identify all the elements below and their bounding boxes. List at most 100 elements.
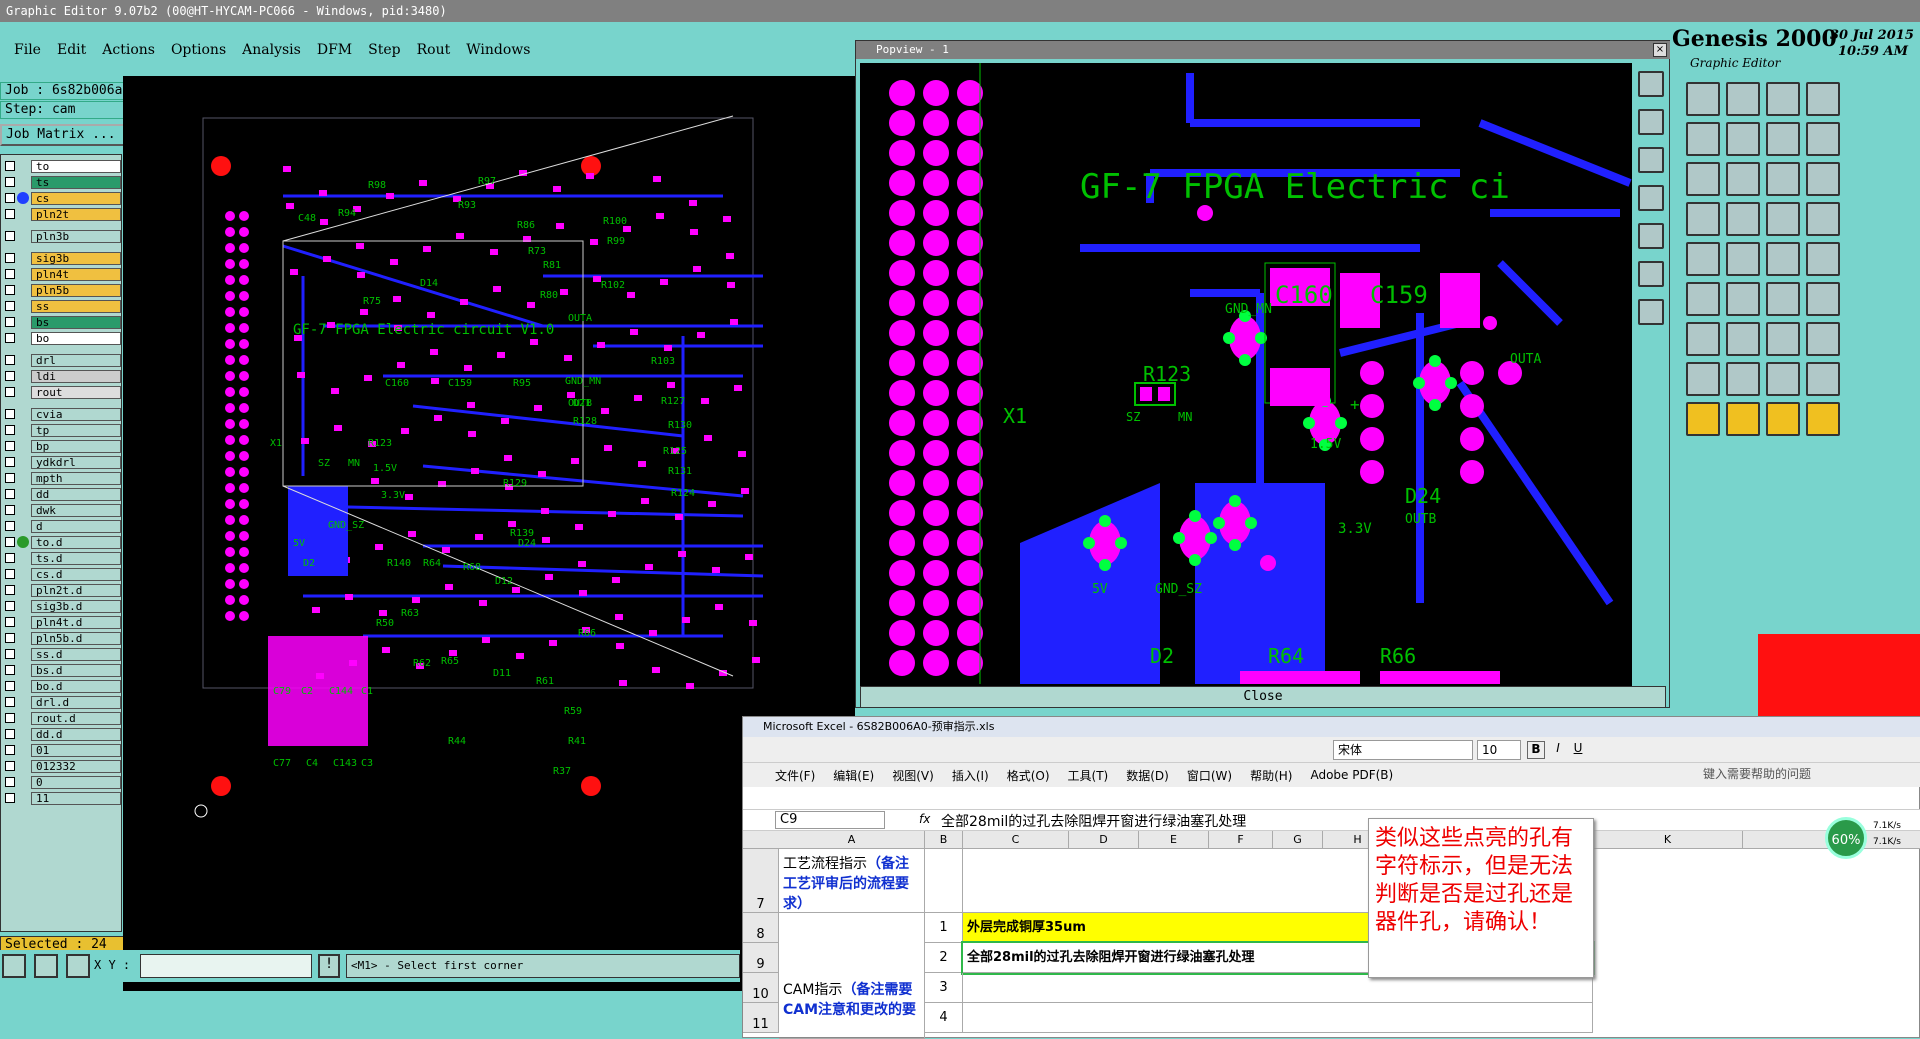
rotate-icon[interactable]	[1726, 122, 1760, 156]
layer-row[interactable]: bs.d	[5, 663, 121, 677]
view-tool-icon[interactable]	[1638, 147, 1664, 173]
layer-checkbox[interactable]	[5, 457, 15, 467]
layer-checkbox[interactable]	[5, 505, 15, 515]
node-icon[interactable]	[1686, 242, 1720, 276]
cell-b[interactable]: 4	[925, 1003, 963, 1033]
layer-checkbox[interactable]	[5, 441, 15, 451]
layer-row[interactable]: tp	[5, 423, 121, 437]
layer-row[interactable]: ss.d	[5, 647, 121, 661]
excel-menu-item[interactable]: 窗口(W)	[1187, 767, 1232, 784]
cell-b[interactable]: 2	[925, 943, 963, 973]
layer-row[interactable]: dd	[5, 487, 121, 501]
font-size-select[interactable]: 10	[1477, 740, 1521, 760]
layer-row[interactable]: pln5b.d	[5, 631, 121, 645]
menu-file[interactable]: File	[8, 40, 47, 60]
close-icon[interactable]: ×	[1653, 43, 1667, 57]
layer-checkbox[interactable]	[5, 633, 15, 643]
excel-menu-item[interactable]: 工具(T)	[1068, 767, 1109, 784]
layer-row[interactable]: rout	[5, 385, 121, 399]
layer-checkbox[interactable]	[5, 409, 15, 419]
view-tool-icon[interactable]	[1638, 109, 1664, 135]
layer-row[interactable]: ydkdrl	[5, 455, 121, 469]
name-box[interactable]: C9	[775, 811, 885, 829]
layer-row[interactable]: dd.d	[5, 727, 121, 741]
menu-analysis[interactable]: Analysis	[236, 40, 307, 60]
layer-row[interactable]: sig3b.d	[5, 599, 121, 613]
drc-icon[interactable]	[1686, 362, 1720, 396]
excel-menu-item[interactable]: Adobe PDF(B)	[1310, 768, 1393, 782]
view-tool-icon[interactable]	[1638, 223, 1664, 249]
select-icon[interactable]	[1726, 202, 1760, 236]
cell-c[interactable]	[963, 1003, 1593, 1033]
line-icon[interactable]	[1686, 282, 1720, 316]
array-icon[interactable]	[1766, 322, 1800, 356]
layer-row[interactable]: pln4t.d	[5, 615, 121, 629]
layer-checkbox[interactable]	[5, 729, 15, 739]
layer-checkbox[interactable]	[5, 777, 15, 787]
layer-row[interactable]: bs	[5, 315, 121, 329]
menu-windows[interactable]: Windows	[460, 40, 536, 60]
row-header[interactable]: 7	[743, 849, 779, 913]
layer-checkbox[interactable]	[5, 745, 15, 755]
slash-icon[interactable]	[1726, 282, 1760, 316]
pointer3-icon[interactable]	[1766, 402, 1800, 436]
cell-b[interactable]	[925, 849, 963, 913]
arc-icon[interactable]	[1766, 282, 1800, 316]
open-icon[interactable]	[1686, 82, 1720, 116]
layer-row[interactable]: ldi	[5, 369, 121, 383]
layer-checkbox[interactable]	[5, 569, 15, 579]
column-header[interactable]: C	[963, 831, 1069, 849]
column-header[interactable]: E	[1139, 831, 1209, 849]
layer-row[interactable]: cvia	[5, 407, 121, 421]
info-icon[interactable]: !	[318, 954, 340, 978]
layer-row[interactable]: rout.d	[5, 711, 121, 725]
layer-row[interactable]: pln2t	[5, 207, 121, 221]
view-tool-icon[interactable]	[1638, 185, 1664, 211]
layer-checkbox[interactable]	[5, 697, 15, 707]
layer-icon[interactable]	[1806, 162, 1840, 196]
underline-button[interactable]: U	[1569, 741, 1587, 759]
layer-checkbox[interactable]	[5, 355, 15, 365]
layer-checkbox[interactable]	[5, 285, 15, 295]
layer-checkbox[interactable]	[5, 387, 15, 397]
cell-a-process[interactable]: 工艺流程指示（备注工艺评审后的流程要求）	[779, 849, 925, 913]
menu-step[interactable]: Step	[362, 40, 406, 60]
menu-rout[interactable]: Rout	[411, 40, 457, 60]
shape-icon[interactable]	[1686, 202, 1720, 236]
layer-checkbox[interactable]	[5, 425, 15, 435]
zoom-tool-icon[interactable]	[2, 954, 26, 978]
pad-icon[interactable]	[1686, 322, 1720, 356]
layer-checkbox[interactable]	[5, 301, 15, 311]
menu-edit[interactable]: Edit	[51, 40, 92, 60]
menu-dfm[interactable]: DFM	[311, 40, 358, 60]
sheet-grid[interactable]: 7 8 1 外层完成铜厚35um 9 2 全部28mil的过孔去除阻焊开窗进行绿油塞孔处理 1…	[743, 849, 1920, 1039]
column-header[interactable]: B	[925, 831, 963, 849]
stack-icon[interactable]	[1806, 322, 1840, 356]
save-icon[interactable]	[1726, 82, 1760, 116]
menu-options[interactable]: Options	[165, 40, 232, 60]
popview-close-button[interactable]: Close	[860, 686, 1666, 708]
home-icon[interactable]	[1766, 82, 1800, 116]
column-header[interactable]: A	[779, 831, 925, 849]
layer-checkbox[interactable]	[5, 317, 15, 327]
connect-icon[interactable]	[1766, 242, 1800, 276]
layer-row[interactable]: to	[5, 159, 121, 173]
view-tool-icon[interactable]	[1638, 261, 1664, 287]
layer-row[interactable]: pln2t.d	[5, 583, 121, 597]
layer-checkbox[interactable]	[5, 253, 15, 263]
formula-input[interactable]: 全部28mil的过孔去除阻焊开窗进行绿油塞孔处理	[941, 811, 1246, 831]
column-header[interactable]: G	[1273, 831, 1323, 849]
layer-checkbox[interactable]	[5, 617, 15, 627]
layer-checkbox[interactable]	[5, 231, 15, 241]
row-header[interactable]: 8	[743, 913, 779, 943]
undo-icon[interactable]	[1726, 162, 1760, 196]
layer-checkbox[interactable]	[5, 193, 15, 203]
layer-checkbox[interactable]	[5, 793, 15, 803]
pointer4-icon[interactable]	[1806, 402, 1840, 436]
view-tool-icon[interactable]	[1638, 71, 1664, 97]
fillet-icon[interactable]	[1806, 282, 1840, 316]
layer-row[interactable]: ss	[5, 299, 121, 313]
layer-checkbox[interactable]	[5, 177, 15, 187]
trace-icon[interactable]	[1726, 322, 1760, 356]
row-header[interactable]: 9	[743, 943, 779, 973]
